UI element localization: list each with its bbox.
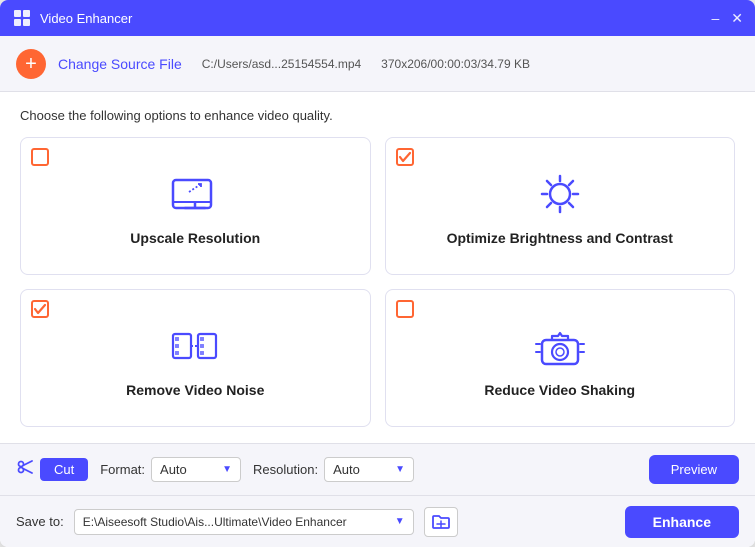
main-subtitle: Choose the following options to enhance … bbox=[20, 108, 735, 123]
resolution-dropdown[interactable]: Auto ▼ bbox=[324, 457, 414, 482]
bottom-toolbar: Cut Format: Auto ▼ Resolution: Auto ▼ Pr… bbox=[0, 443, 755, 495]
cut-section: Cut bbox=[16, 458, 88, 481]
option-brightness[interactable]: Optimize Brightness and Contrast bbox=[385, 137, 736, 275]
open-folder-button[interactable] bbox=[424, 507, 458, 537]
format-value: Auto bbox=[160, 462, 187, 477]
window-controls: – ✕ bbox=[711, 10, 743, 27]
noise-icon bbox=[165, 322, 225, 372]
upscale-label: Upscale Resolution bbox=[130, 230, 260, 246]
file-path: C:/Users/asd...25154554.mp4 bbox=[202, 57, 361, 71]
save-to-label: Save to: bbox=[16, 514, 64, 529]
shake-label: Reduce Video Shaking bbox=[484, 382, 635, 398]
option-noise[interactable]: Remove Video Noise bbox=[20, 289, 371, 427]
save-path-text: E:\Aiseesoft Studio\Ais...Ultimate\Video… bbox=[83, 515, 391, 529]
resolution-section: Resolution: Auto ▼ bbox=[253, 457, 414, 482]
resolution-label: Resolution: bbox=[253, 462, 318, 477]
cut-button[interactable]: Cut bbox=[40, 458, 88, 481]
resolution-dropdown-arrow: ▼ bbox=[395, 464, 405, 475]
save-path-arrow: ▼ bbox=[395, 516, 405, 527]
brightness-label: Optimize Brightness and Contrast bbox=[447, 230, 673, 246]
save-path-dropdown[interactable]: E:\Aiseesoft Studio\Ais...Ultimate\Video… bbox=[74, 509, 414, 535]
add-source-button[interactable]: + bbox=[16, 49, 46, 79]
title-bar: Video Enhancer – ✕ bbox=[0, 0, 755, 36]
option-upscale[interactable]: Upscale Resolution bbox=[20, 137, 371, 275]
format-dropdown[interactable]: Auto ▼ bbox=[151, 457, 241, 482]
upscale-checkbox[interactable] bbox=[31, 148, 49, 166]
brightness-icon bbox=[530, 170, 590, 220]
format-dropdown-arrow: ▼ bbox=[222, 464, 232, 475]
source-bar: + Change Source File C:/Users/asd...2515… bbox=[0, 36, 755, 92]
noise-checkbox[interactable] bbox=[31, 300, 49, 318]
scissors-icon bbox=[16, 458, 34, 481]
preview-button[interactable]: Preview bbox=[649, 455, 739, 484]
main-window: Video Enhancer – ✕ + Change Source File … bbox=[0, 0, 755, 547]
shake-checkbox[interactable] bbox=[396, 300, 414, 318]
upscale-icon bbox=[165, 170, 225, 220]
enhance-button[interactable]: Enhance bbox=[625, 506, 739, 538]
close-button[interactable]: ✕ bbox=[731, 10, 743, 27]
format-label: Format: bbox=[100, 462, 145, 477]
main-content: Choose the following options to enhance … bbox=[0, 92, 755, 443]
shake-icon bbox=[530, 322, 590, 372]
resolution-value: Auto bbox=[333, 462, 360, 477]
change-source-button[interactable]: Change Source File bbox=[58, 56, 182, 72]
format-section: Format: Auto ▼ bbox=[100, 457, 241, 482]
noise-label: Remove Video Noise bbox=[126, 382, 264, 398]
brightness-checkbox[interactable] bbox=[396, 148, 414, 166]
options-grid: Upscale Resolution bbox=[20, 137, 735, 427]
app-icon bbox=[12, 8, 32, 28]
minimize-button[interactable]: – bbox=[711, 10, 719, 26]
file-metadata: 370x206/00:00:03/34.79 KB bbox=[381, 57, 530, 71]
option-shake[interactable]: Reduce Video Shaking bbox=[385, 289, 736, 427]
window-title: Video Enhancer bbox=[40, 11, 711, 26]
save-bar: Save to: E:\Aiseesoft Studio\Ais...Ultim… bbox=[0, 495, 755, 547]
